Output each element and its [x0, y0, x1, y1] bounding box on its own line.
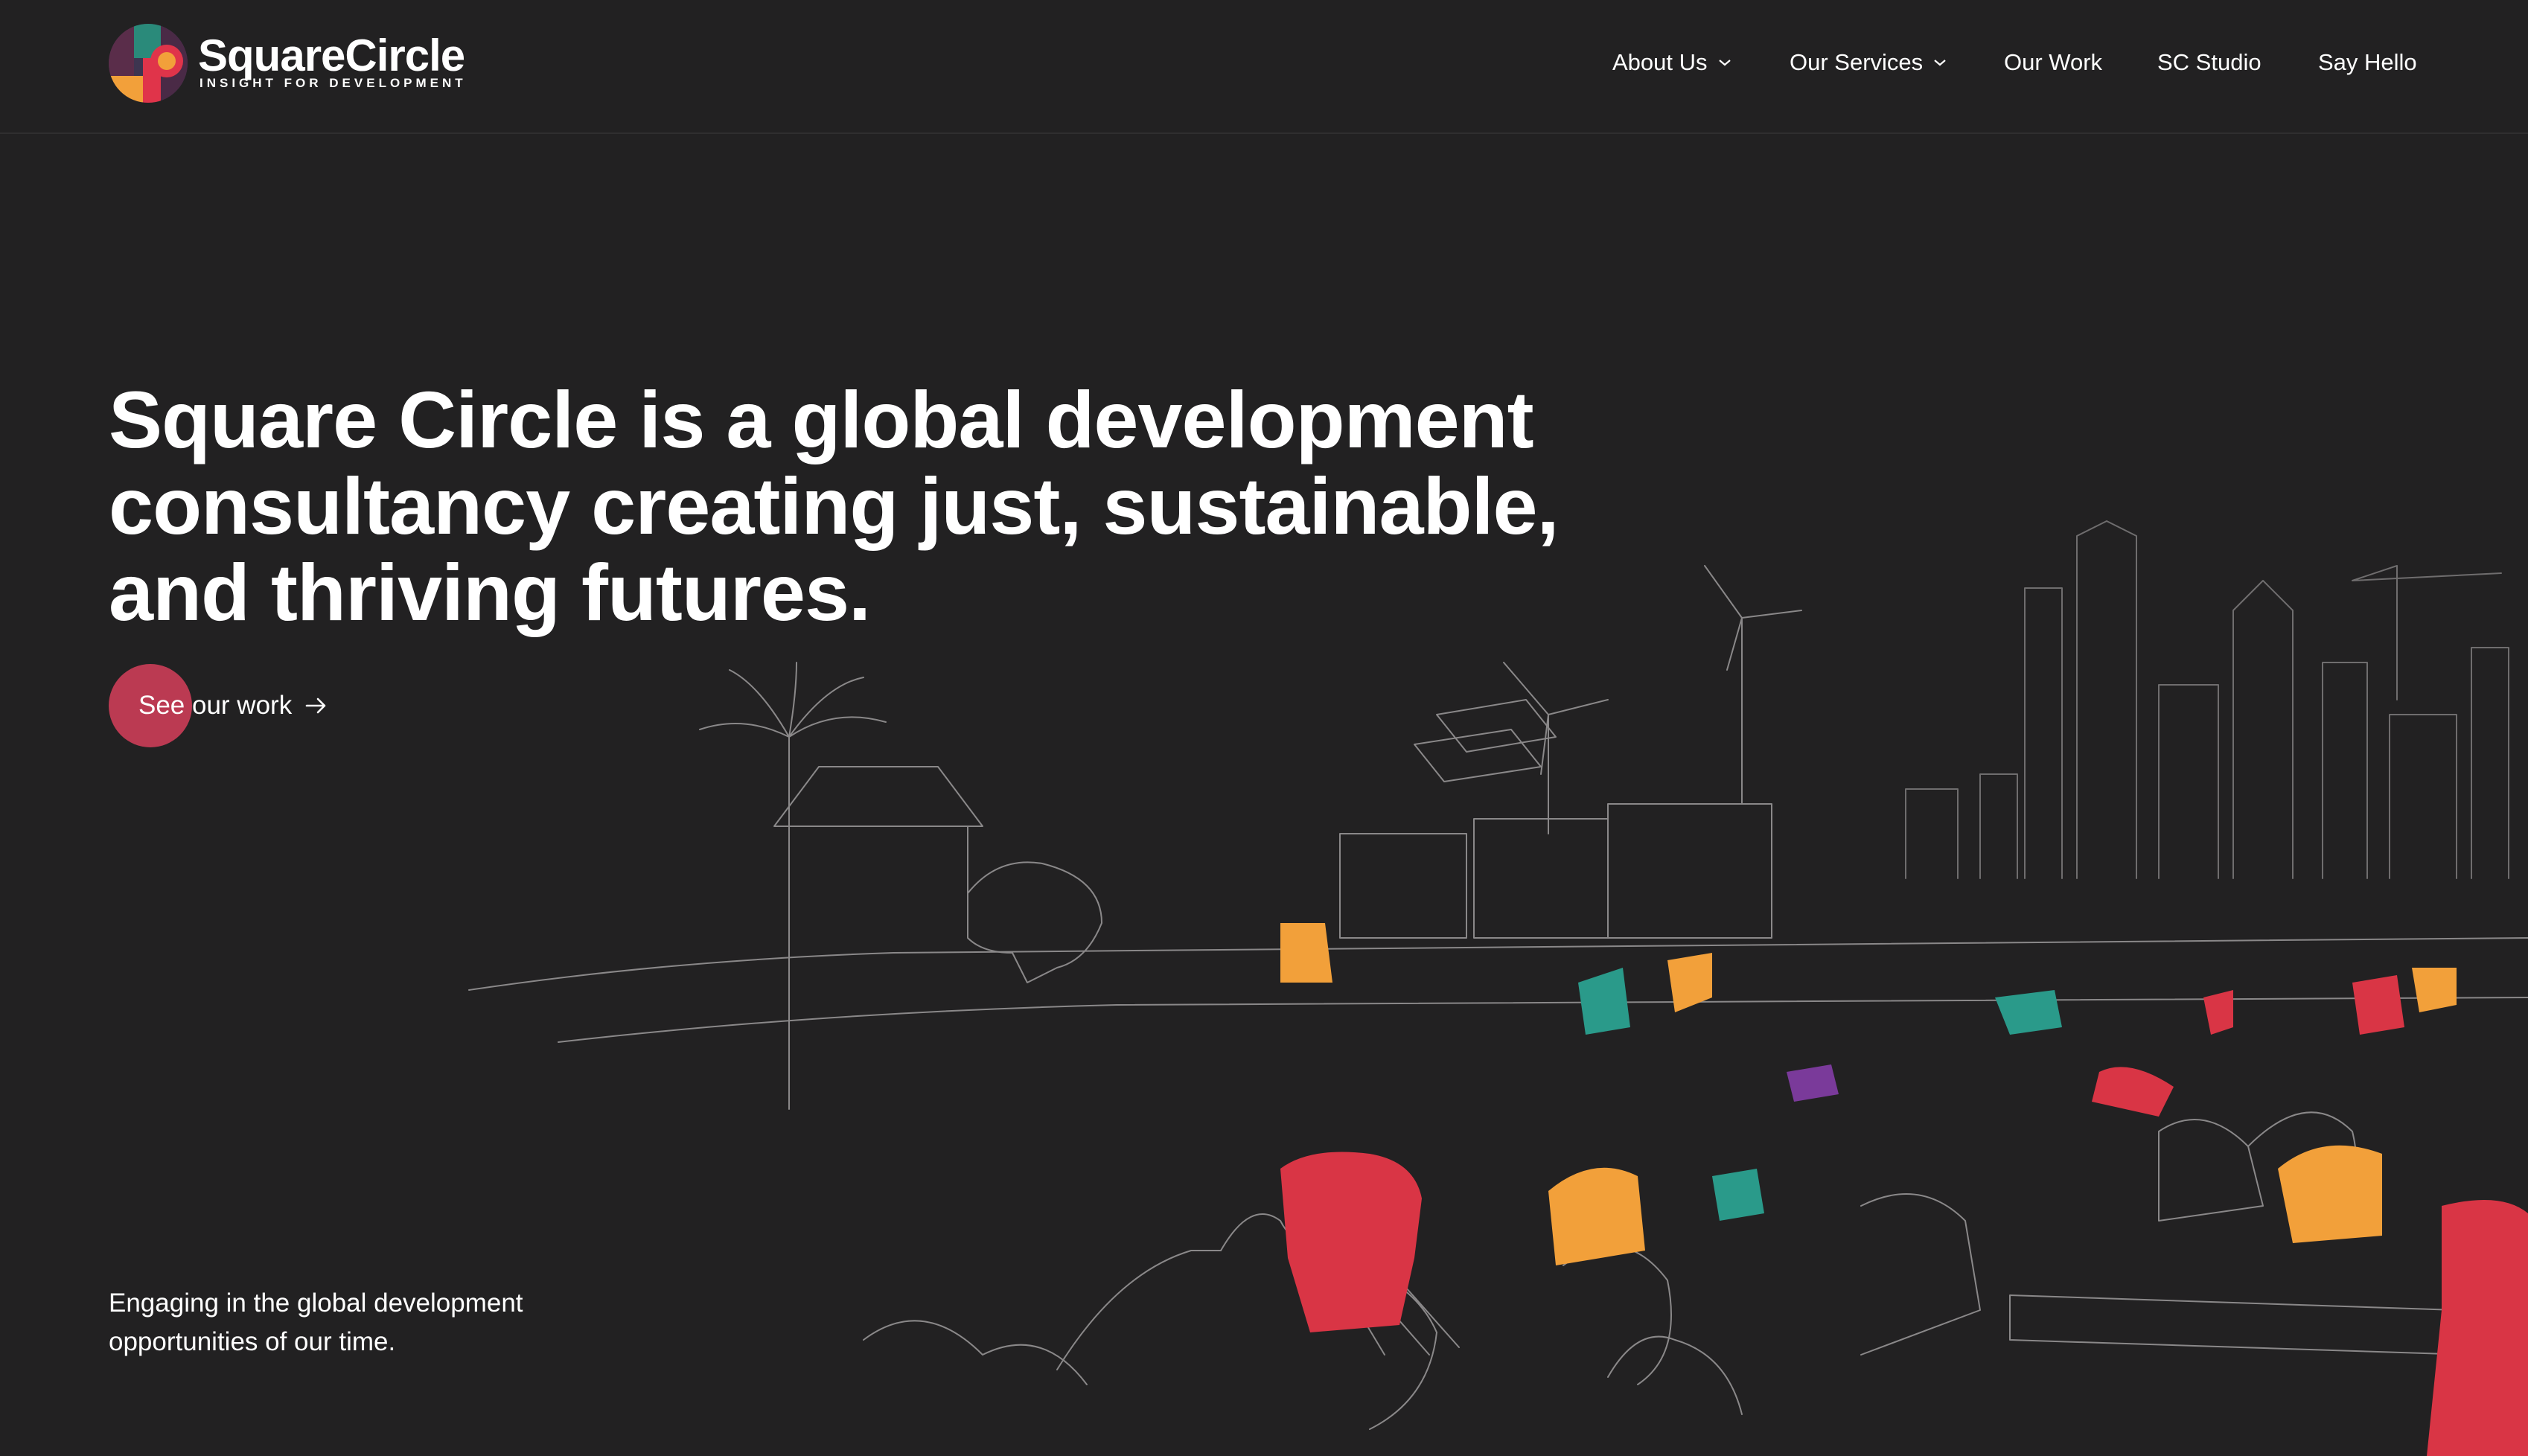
site-header: SquareCircle INSIGHT FOR DEVELOPMENT Abo…	[0, 0, 2528, 134]
logo-mark-icon	[109, 24, 188, 103]
arrow-right-icon	[305, 697, 326, 714]
see-our-work-button[interactable]: See our work	[109, 664, 354, 747]
nav-say-hello-label: Say Hello	[2318, 49, 2417, 75]
nav-our-services-label: Our Services	[1790, 49, 1924, 75]
hero-title-line: consultancy creating just, sustainable,	[109, 461, 1560, 552]
nav-sc-studio[interactable]: SC Studio	[2157, 49, 2262, 76]
nav-about-us-label: About Us	[1612, 49, 1708, 75]
hero-subtext: Engaging in the global development oppor…	[109, 1289, 523, 1356]
logo-tagline: INSIGHT FOR DEVELOPMENT	[200, 76, 467, 90]
cta-label: See our work	[138, 691, 293, 720]
nav-say-hello[interactable]: Say Hello	[2318, 49, 2417, 76]
hero-title: Square Circle is a global development co…	[109, 377, 1672, 636]
logo-wordmark: SquareCircle	[198, 31, 465, 80]
nav-our-work[interactable]: Our Work	[2004, 49, 2102, 76]
nav-our-work-label: Our Work	[2004, 49, 2103, 75]
nav-sc-studio-label: SC Studio	[2157, 49, 2262, 75]
hero-title-line: and thriving futures.	[109, 547, 871, 638]
hero-title-line: Square Circle is a global development	[109, 374, 1534, 465]
nav-about-us[interactable]: About Us	[1612, 49, 1731, 76]
chevron-down-icon	[1718, 60, 1731, 66]
nav-our-services[interactable]: Our Services	[1790, 49, 1947, 76]
logo-link[interactable]: SquareCircle INSIGHT FOR DEVELOPMENT	[109, 22, 465, 104]
chevron-down-icon	[1934, 60, 1946, 66]
